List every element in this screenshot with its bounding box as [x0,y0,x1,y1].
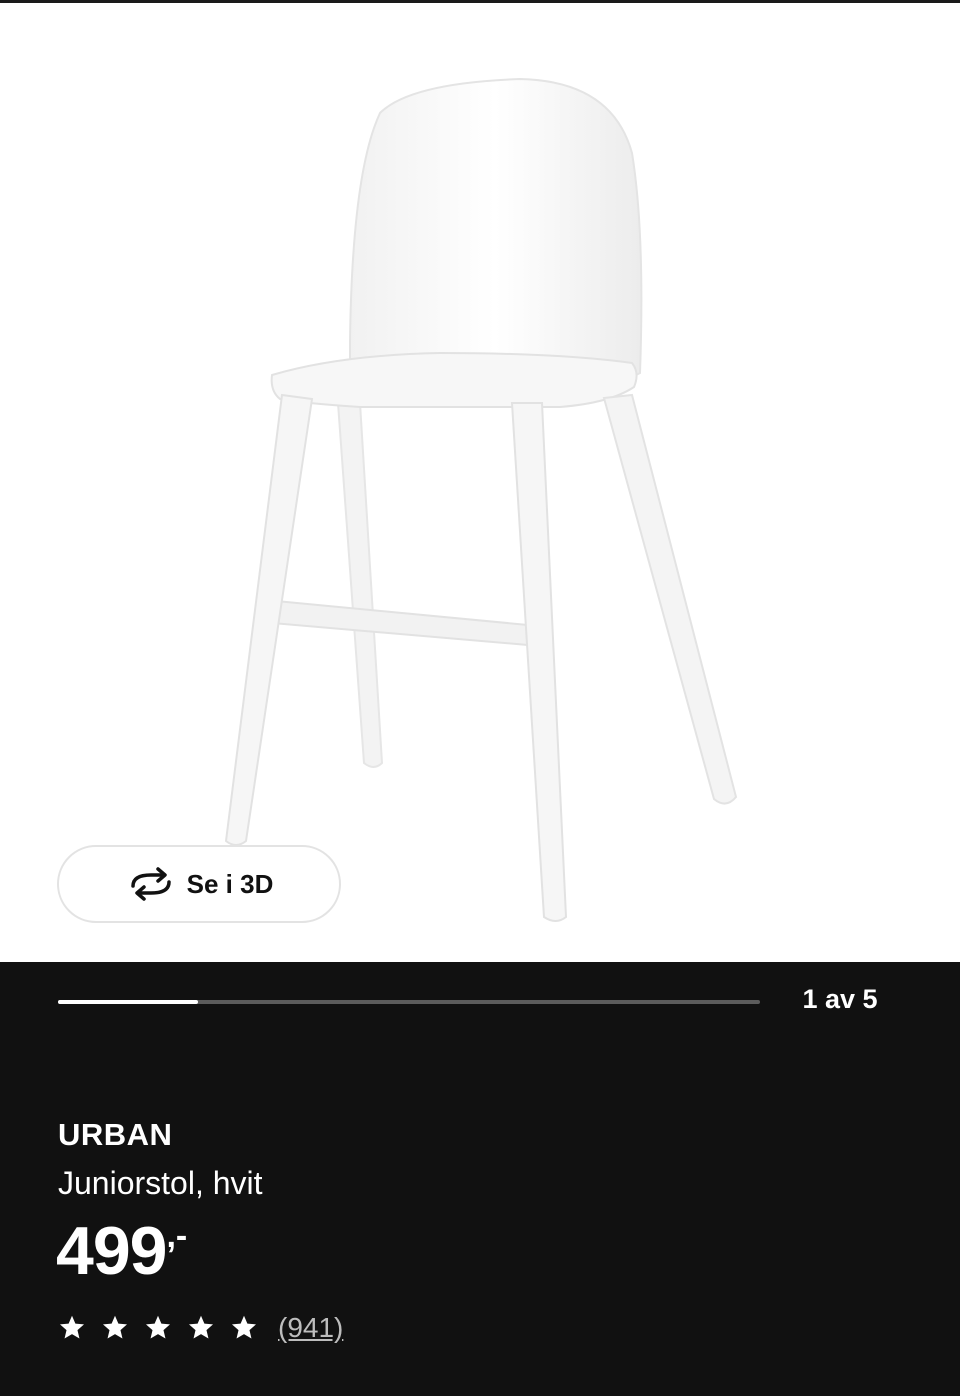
review-count-link[interactable]: (941) [278,1312,343,1344]
view-in-3d-button[interactable]: Se i 3D [57,845,341,923]
product-name: URBAN [58,1117,173,1152]
star-icon [144,1314,172,1342]
rotate-3d-icon [125,866,177,902]
slide-counter: 1 av 5 [802,984,878,1014]
price-suffix: ,- [166,1217,188,1255]
gallery-progress-fill [58,1000,199,1004]
star-icon [230,1314,258,1342]
star-icon [58,1314,86,1342]
price-value: 499 [56,1213,167,1289]
product-rating[interactable]: (941) [58,1312,343,1344]
product-description: Juniorstol, hvit [58,1165,263,1201]
view-in-3d-label: Se i 3D [186,868,274,899]
gallery-progress-track [58,1000,760,1004]
product-info-panel: 1 av 5 URBAN Juniorstol, hvit 499 ,- (94… [0,962,960,1396]
product-price: 499 ,- [56,1217,187,1285]
star-icon [101,1314,129,1342]
product-image[interactable] [0,3,960,962]
product-image-gallery[interactable]: Se i 3D [0,3,960,962]
star-icon [187,1314,215,1342]
